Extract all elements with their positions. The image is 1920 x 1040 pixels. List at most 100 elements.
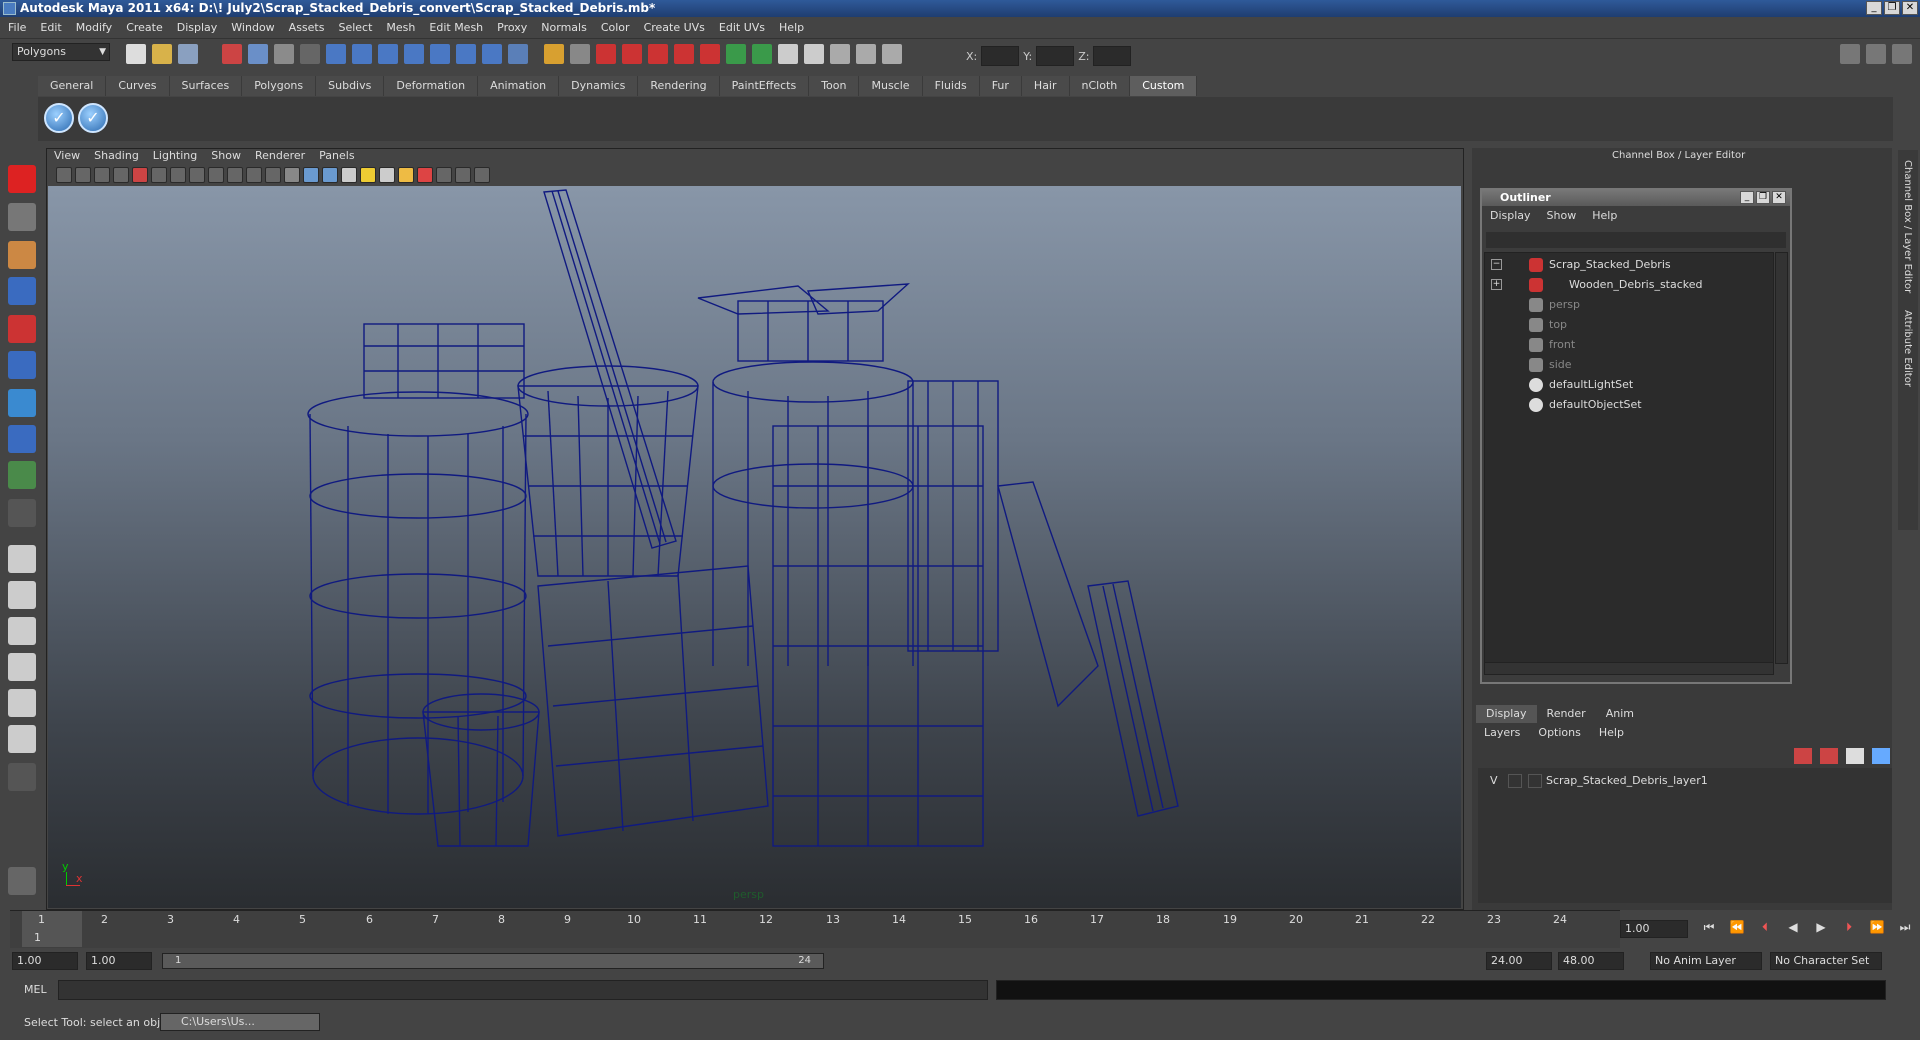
resolution-gate-icon[interactable]	[189, 167, 205, 183]
range-slider[interactable]: 1 24	[162, 953, 824, 969]
time-slider[interactable]: 1 2 3 4 5 6 7 8 9 10 11 12 13 14 15 16 1…	[10, 910, 1620, 948]
step-forward-key-icon[interactable]: ⏩	[1868, 920, 1886, 935]
menu-proxy[interactable]: Proxy	[497, 21, 527, 34]
z-field[interactable]	[1093, 46, 1132, 66]
textured-icon[interactable]	[341, 167, 357, 183]
outliner-menu-help[interactable]: Help	[1592, 209, 1617, 222]
select-object-icon[interactable]	[248, 44, 268, 64]
side-tab-attribute-editor[interactable]: Attribute Editor	[1902, 310, 1913, 387]
menu-display[interactable]: Display	[177, 21, 218, 34]
restore-button[interactable]: ❐	[1884, 1, 1900, 15]
tool-settings-toggle-icon[interactable]	[1866, 44, 1886, 64]
move-layer-down-icon[interactable]	[1820, 748, 1838, 764]
move-layer-up-icon[interactable]	[1794, 748, 1812, 764]
xray-joints-icon[interactable]	[455, 167, 471, 183]
menu-color[interactable]: Color	[601, 21, 630, 34]
menu-assets[interactable]: Assets	[289, 21, 325, 34]
menu-edit[interactable]: Edit	[40, 21, 61, 34]
shelf-tab-deformation[interactable]: Deformation	[384, 76, 479, 96]
outliner-menu-show[interactable]: Show	[1547, 209, 1577, 222]
menu-create[interactable]: Create	[126, 21, 163, 34]
outliner-item-top[interactable]: top	[1485, 315, 1765, 335]
layer-menu-help[interactable]: Help	[1599, 726, 1624, 739]
layer-menu-options[interactable]: Options	[1538, 726, 1580, 739]
outliner-item-default-light-set[interactable]: defaultLightSet	[1485, 375, 1765, 395]
mask-dropdown-icon[interactable]	[300, 44, 320, 64]
layer-template-toggle[interactable]	[1508, 774, 1522, 788]
outliner-horizontal-scrollbar[interactable]	[1484, 662, 1774, 675]
menu-edit-mesh[interactable]: Edit Mesh	[429, 21, 483, 34]
render-current-icon[interactable]	[830, 44, 850, 64]
go-to-start-icon[interactable]: ⏮	[1700, 920, 1718, 935]
wireframe-icon[interactable]	[284, 167, 300, 183]
wireframe-on-shaded-icon[interactable]	[322, 167, 338, 183]
layer-visibility-toggle[interactable]: V	[1490, 774, 1498, 787]
image-plane-icon[interactable]	[113, 167, 129, 183]
shelf-tab-rendering[interactable]: Rendering	[638, 76, 720, 96]
character-set-dropdown[interactable]: No Character Set	[1770, 952, 1882, 970]
layout-extra-icon[interactable]	[8, 867, 36, 895]
command-input[interactable]	[58, 980, 988, 1000]
layer-color-swatch[interactable]	[1528, 774, 1542, 788]
make-live-icon[interactable]	[700, 44, 720, 64]
shadows-icon[interactable]	[379, 167, 395, 183]
shelf-tab-hair[interactable]: Hair	[1021, 76, 1070, 96]
output-ops-icon[interactable]	[752, 44, 772, 64]
shelf-tab-custom[interactable]: Custom	[1130, 76, 1198, 96]
expand-icon[interactable]: +	[1491, 279, 1502, 290]
outliner-menu-display[interactable]: Display	[1490, 209, 1531, 222]
film-gate-icon[interactable]	[170, 167, 186, 183]
side-tab-channel-box[interactable]: Channel Box / Layer Editor	[1902, 160, 1913, 293]
new-layer-from-selection-icon[interactable]	[1872, 748, 1890, 764]
show-manipulator-icon[interactable]	[8, 461, 36, 489]
vp-menu-view[interactable]: View	[54, 149, 80, 165]
save-scene-icon[interactable]	[178, 44, 198, 64]
outliner-maximize-button[interactable]: ❐	[1756, 191, 1770, 204]
four-view-layout-icon[interactable]	[8, 581, 36, 609]
play-forwards-icon[interactable]: ▶	[1812, 920, 1830, 935]
snap-grid-icon[interactable]	[596, 44, 616, 64]
vp-menu-show[interactable]: Show	[211, 149, 241, 165]
y-field[interactable]	[1036, 46, 1075, 66]
snap-curve-icon[interactable]	[622, 44, 642, 64]
x-field[interactable]	[981, 46, 1020, 66]
soft-mod-tool-icon[interactable]	[8, 425, 36, 453]
custom-shelf-checkmark-2-icon[interactable]: ✓	[78, 103, 108, 133]
taskbar-minimized-window[interactable]: C:\Users\Us...	[160, 1013, 320, 1031]
use-default-light-icon[interactable]	[360, 167, 376, 183]
layer-tab-display[interactable]: Display	[1476, 705, 1537, 723]
vp-menu-shading[interactable]: Shading	[94, 149, 139, 165]
rotate-tool-icon[interactable]	[8, 315, 36, 343]
play-backwards-icon[interactable]: ◀	[1784, 920, 1802, 935]
render-view-icon[interactable]	[804, 44, 824, 64]
mask-misc-icon[interactable]	[508, 44, 528, 64]
shelf-tab-ncloth[interactable]: nCloth	[1069, 76, 1131, 96]
render-settings-icon[interactable]	[882, 44, 902, 64]
vp-menu-lighting[interactable]: Lighting	[153, 149, 197, 165]
menu-select[interactable]: Select	[338, 21, 372, 34]
safe-action-icon[interactable]	[246, 167, 262, 183]
hypershade-layout-icon[interactable]	[8, 689, 36, 717]
mask-curves-icon[interactable]	[378, 44, 398, 64]
layer-row[interactable]: V Scrap_Stacked_Debris_layer1	[1478, 772, 1892, 790]
outliner-close-button[interactable]: ✕	[1772, 191, 1786, 204]
new-scene-icon[interactable]	[126, 44, 146, 64]
universal-manipulator-icon[interactable]	[8, 389, 36, 417]
mask-rendering-icon[interactable]	[482, 44, 502, 64]
paint-select-tool-icon[interactable]	[8, 241, 36, 269]
shelf-tab-painteffects[interactable]: PaintEffects	[719, 76, 810, 96]
outliner-vertical-scrollbar[interactable]	[1775, 252, 1788, 664]
xray-icon[interactable]	[436, 167, 452, 183]
outliner-item-wooden-debris-stacked[interactable]: + Wooden_Debris_stacked	[1485, 275, 1765, 295]
gate-mask-icon[interactable]	[208, 167, 224, 183]
go-to-end-icon[interactable]: ⏭	[1896, 920, 1914, 935]
input-ops-icon[interactable]	[726, 44, 746, 64]
scale-tool-icon[interactable]	[8, 351, 36, 379]
menuset-dropdown[interactable]: Polygons ▼	[12, 43, 110, 61]
outliner-item-persp[interactable]: persp	[1485, 295, 1765, 315]
shelf-tab-animation[interactable]: Animation	[478, 76, 560, 96]
menu-create-uvs[interactable]: Create UVs	[644, 21, 705, 34]
close-button[interactable]: ✕	[1902, 1, 1918, 15]
menu-mesh[interactable]: Mesh	[386, 21, 415, 34]
vp-menu-renderer[interactable]: Renderer	[255, 149, 305, 165]
